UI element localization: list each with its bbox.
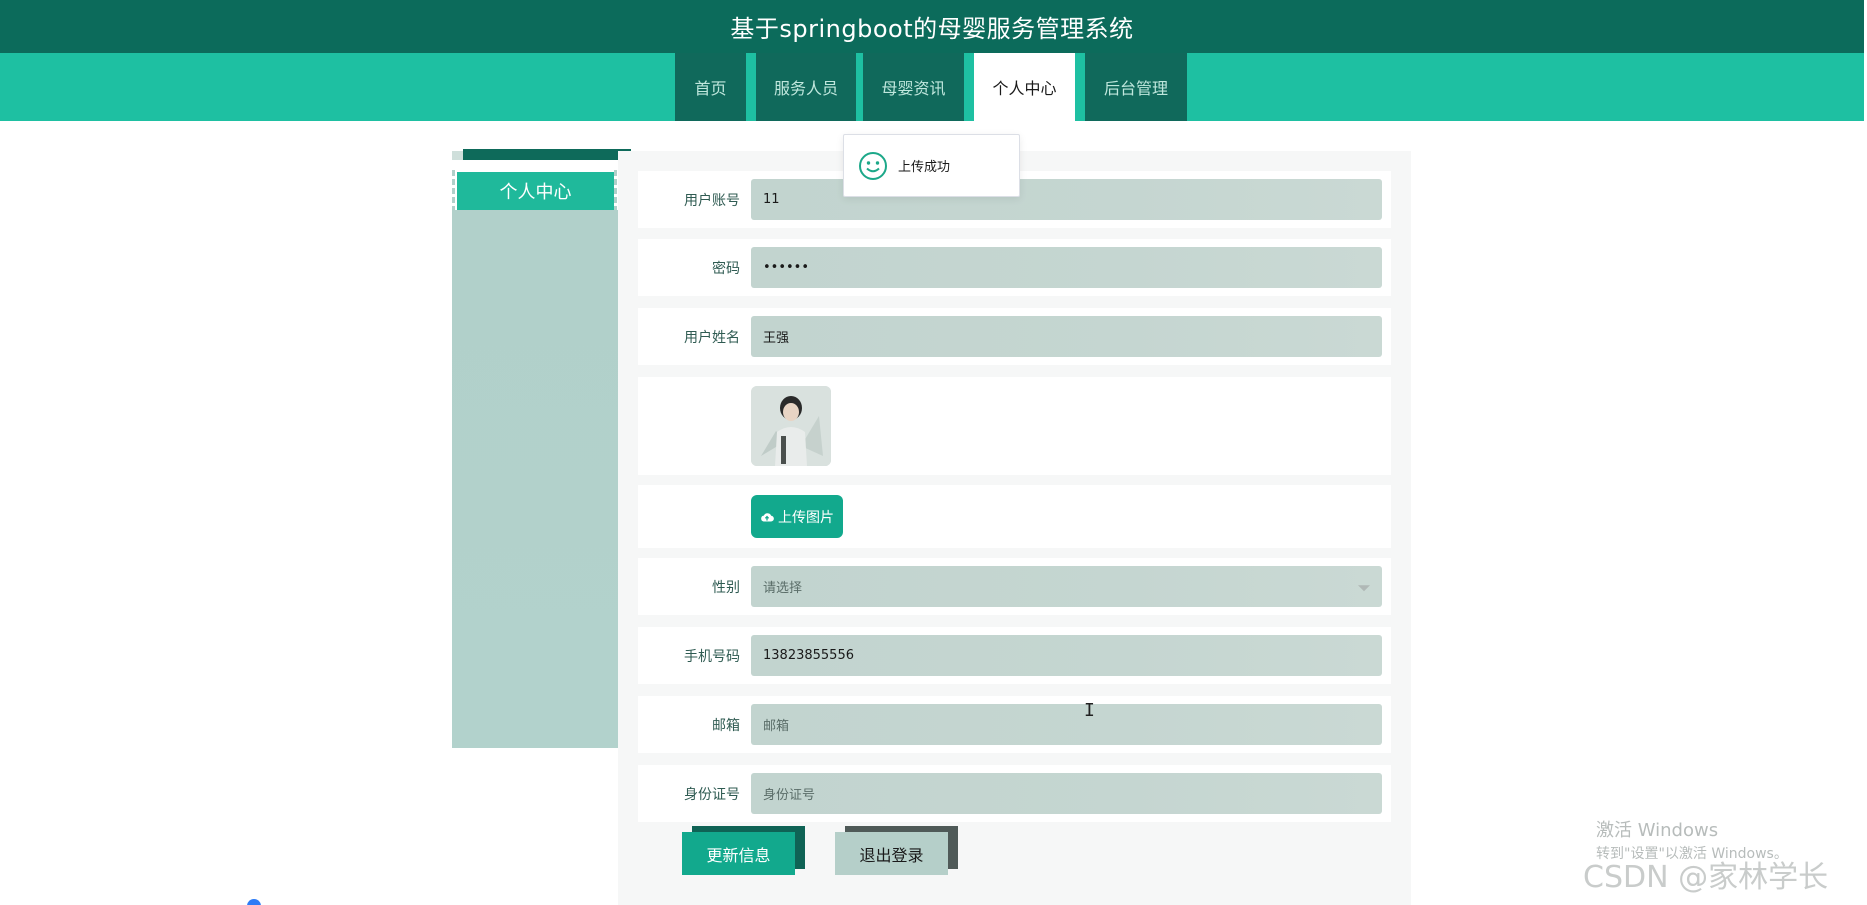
csdn-watermark: CSDN @家林学长: [1583, 860, 1829, 895]
gender-select-placeholder: 请选择: [763, 581, 803, 596]
page: 基于springboot的母婴服务管理系统 首页 服务人员 母婴资讯 个人中心 …: [0, 0, 1867, 905]
idcard-input[interactable]: 身份证号: [751, 773, 1382, 814]
gender-label: 性别: [712, 579, 740, 596]
password-label: 密码: [712, 260, 740, 277]
nav-admin[interactable]: 后台管理: [1085, 53, 1187, 121]
phone-label: 手机号码: [684, 648, 740, 665]
text-cursor-icon: I: [1084, 700, 1095, 721]
site-header: 基于springboot的母婴服务管理系统: [0, 0, 1864, 53]
form-row-name: 用户姓名 王强: [638, 308, 1391, 365]
nav-news[interactable]: 母婴资讯: [863, 53, 964, 121]
form-row-email: 邮箱 邮箱: [638, 696, 1391, 753]
nav-home[interactable]: 首页: [675, 53, 746, 121]
avatar-person-icon: [751, 386, 831, 466]
cloud-upload-icon: [761, 512, 774, 522]
email-input[interactable]: 邮箱: [751, 704, 1382, 745]
email-label: 邮箱: [712, 717, 740, 734]
toast-message: 上传成功: [898, 160, 951, 175]
phone-input[interactable]: 13823855556: [751, 635, 1382, 676]
nav-service-staff[interactable]: 服务人员: [756, 53, 856, 121]
upload-image-button[interactable]: 上传图片: [751, 495, 843, 538]
smile-icon: [859, 151, 887, 180]
sidebar-panel: [452, 210, 618, 748]
windows-activate-title: 激活 Windows: [1596, 820, 1719, 841]
form-row-password: 密码 ••••••: [638, 239, 1391, 296]
form-row-avatar: [638, 377, 1391, 475]
gender-select[interactable]: 请选择: [751, 566, 1382, 607]
password-input[interactable]: ••••••: [751, 247, 1382, 288]
sidebar-item-profile[interactable]: 个人中心: [457, 172, 614, 210]
update-info-button[interactable]: 更新信息: [682, 832, 795, 875]
account-label: 用户账号: [684, 192, 740, 209]
form-row-idcard: 身份证号 身份证号: [638, 765, 1391, 822]
upload-image-label: 上传图片: [778, 509, 834, 526]
form-row-upload: 上传图片: [638, 485, 1391, 548]
avatar-image: [751, 386, 831, 466]
form-row-phone: 手机号码 13823855556: [638, 627, 1391, 684]
upload-success-toast: 上传成功: [843, 134, 1020, 197]
site-title: 基于springboot的母婴服务管理系统: [730, 15, 1134, 43]
name-input[interactable]: 王强: [751, 316, 1382, 357]
form-row-gender: 性别 请选择: [638, 558, 1391, 615]
logout-button[interactable]: 退出登录: [835, 832, 948, 875]
nav-profile[interactable]: 个人中心: [974, 53, 1075, 121]
idcard-label: 身份证号: [684, 786, 740, 803]
main-nav: 首页 服务人员 母婴资讯 个人中心 后台管理: [0, 53, 1864, 121]
chevron-down-icon: [1358, 584, 1370, 591]
sidebar-top-bar: [463, 149, 631, 160]
floating-dot-icon[interactable]: [247, 899, 261, 905]
name-label: 用户姓名: [684, 329, 740, 346]
